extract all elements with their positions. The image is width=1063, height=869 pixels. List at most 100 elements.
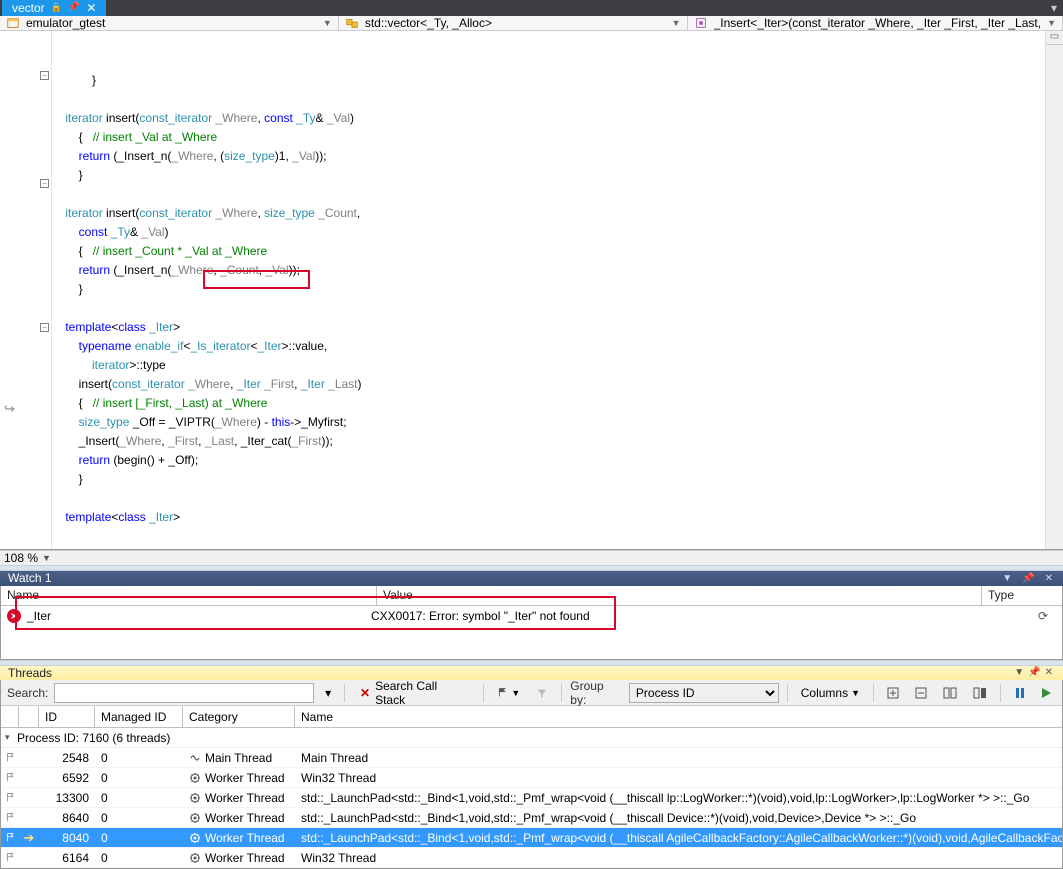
window-position-icon[interactable]: ▼: [1012, 667, 1026, 678]
editor-vertical-scrollbar[interactable]: ▭: [1045, 31, 1063, 549]
thread-name: Main Thread: [295, 751, 1062, 765]
threads-panel-title[interactable]: Threads ▼ 📌 ✕: [0, 666, 1063, 680]
thread-name: Win32 Thread: [295, 771, 1062, 785]
pin-icon[interactable]: 📌: [1020, 573, 1036, 584]
document-tab[interactable]: vector 🔒 📌 ✕: [2, 0, 106, 16]
zoom-level[interactable]: 108 %: [4, 551, 38, 565]
flag-cell[interactable]: [1, 812, 19, 823]
editor-horizontal-scrollbar[interactable]: [55, 552, 1055, 564]
thread-name: std::_LaunchPad<std::_Bind<1,void,std::_…: [295, 791, 1062, 805]
pin-icon[interactable]: 📌: [1026, 667, 1042, 678]
threads-col-current[interactable]: [19, 706, 39, 727]
thread-managed-id: 0: [95, 831, 183, 845]
thread-category: Worker Thread: [183, 771, 295, 785]
watch-panel-title[interactable]: Watch 1 ▼ 📌 ✕: [0, 571, 1063, 585]
close-icon[interactable]: ✕: [1043, 573, 1055, 584]
flag-cell[interactable]: [1, 792, 19, 803]
threads-title-text: Threads: [8, 666, 52, 680]
expand-groups-button[interactable]: [938, 682, 962, 704]
code-line: template<class _Iter>: [52, 320, 180, 334]
flag-cell[interactable]: [1, 752, 19, 763]
document-tab-strip: vector 🔒 📌 ✕ ▾: [0, 0, 1063, 16]
flag-cell[interactable]: [1, 852, 19, 863]
flag-cell[interactable]: [1, 772, 19, 783]
code-line: }: [52, 472, 83, 486]
code-line: template<class _Iter>: [52, 510, 180, 524]
pause-button[interactable]: [1009, 682, 1031, 704]
thread-category: Worker Thread: [183, 811, 295, 825]
threads-body[interactable]: ▾ Process ID: 7160 (6 threads) 25480Main…: [1, 728, 1062, 868]
thread-row[interactable]: ➔80400Worker Threadstd::_LaunchPad<std::…: [1, 828, 1062, 848]
tab-title: vector: [12, 1, 45, 15]
watch-body[interactable]: _Iter CXX0017: Error: symbol "_Iter" not…: [1, 606, 1062, 659]
watch-col-name[interactable]: Name: [1, 586, 377, 605]
flag-icon: [5, 832, 16, 843]
freeze-button[interactable]: [968, 682, 992, 704]
editor-margin[interactable]: − − − ↪: [0, 31, 52, 549]
code-area[interactable]: } iterator insert(const_iterator _Where,…: [52, 31, 1045, 549]
group-by-select[interactable]: Process ID: [629, 683, 779, 703]
flag-icon: [5, 772, 16, 783]
thread-name: std::_LaunchPad<std::_Bind<1,void,std::_…: [295, 811, 1062, 825]
threads-header[interactable]: ID Managed ID Category Name: [1, 706, 1062, 728]
threads-col-name[interactable]: Name: [295, 706, 1062, 727]
continue-button[interactable]: [1037, 682, 1056, 704]
watch-panel: Name Value Type _Iter CXX0017: Error: sy…: [0, 586, 1063, 660]
search-dropdown[interactable]: ▾: [320, 682, 336, 704]
code-line: { // insert _Count * _Val at _Where: [52, 244, 267, 258]
pin-icon[interactable]: 📌: [68, 2, 80, 13]
thread-managed-id: 0: [95, 851, 183, 865]
watch-row[interactable]: _Iter CXX0017: Error: symbol "_Iter" not…: [1, 606, 1062, 626]
code-editor[interactable]: − − − ↪ } iterator insert(const_iterator…: [0, 31, 1063, 550]
threads-col-flag[interactable]: [1, 706, 19, 727]
collapse-all-button[interactable]: [910, 682, 932, 704]
clear-search-button[interactable]: ✕ Search Call Stack: [353, 682, 475, 704]
type-text: std::vector<_Ty, _Alloc>: [365, 16, 492, 30]
code-line: { // insert _Val at _Where: [52, 130, 217, 144]
chevron-down-icon[interactable]: ▼: [42, 553, 51, 563]
gear-icon: [189, 792, 201, 804]
columns-button[interactable]: Columns ▼: [796, 682, 865, 704]
flag-filter-button[interactable]: ▼: [492, 682, 525, 704]
tab-overflow-dropdown[interactable]: ▾: [1045, 0, 1063, 16]
thread-row[interactable]: 61640Worker ThreadWin32 Thread: [1, 848, 1062, 868]
collapse-toggle[interactable]: −: [40, 179, 49, 188]
split-handle-icon[interactable]: ▭: [1046, 31, 1063, 45]
thread-row[interactable]: 65920Worker ThreadWin32 Thread: [1, 768, 1062, 788]
filter-dropdown-button[interactable]: [531, 682, 553, 704]
thread-id: 13300: [39, 791, 95, 805]
flag-cell[interactable]: [1, 832, 19, 843]
close-icon[interactable]: ✕: [1043, 667, 1055, 678]
collapse-toggle[interactable]: ▾: [5, 732, 17, 743]
thread-id: 8640: [39, 811, 95, 825]
expand-all-button[interactable]: [882, 682, 904, 704]
member-combo[interactable]: _Insert<_Iter>(const_iterator _Where, _I…: [688, 16, 1063, 31]
threads-col-managed-id[interactable]: Managed ID: [95, 706, 183, 727]
thread-id: 2548: [39, 751, 95, 765]
breakpoint-glyph[interactable]: ↪: [4, 401, 15, 417]
thread-row[interactable]: 133000Worker Threadstd::_LaunchPad<std::…: [1, 788, 1062, 808]
threads-col-id[interactable]: ID: [39, 706, 95, 727]
watch-name[interactable]: _Iter: [27, 609, 371, 623]
scope-combo[interactable]: emulator_gtest ▼: [0, 16, 339, 31]
thread-row[interactable]: 86400Worker Threadstd::_LaunchPad<std::_…: [1, 808, 1062, 828]
code-line: typename enable_if<_Is_iterator<_Iter>::…: [52, 339, 327, 353]
gear-icon: [189, 772, 201, 784]
window-position-icon[interactable]: ▼: [1000, 573, 1014, 584]
watch-col-type[interactable]: Type: [982, 586, 1062, 605]
collapse-toggle[interactable]: −: [40, 323, 49, 332]
chevron-down-icon: ▼: [323, 18, 332, 28]
watch-header[interactable]: Name Value Type: [1, 586, 1062, 606]
thread-row[interactable]: 25480Main ThreadMain Thread: [1, 748, 1062, 768]
threads-group-row[interactable]: ▾ Process ID: 7160 (6 threads): [1, 728, 1062, 748]
threads-search-input[interactable]: [54, 683, 314, 703]
collapse-toggle[interactable]: −: [40, 71, 49, 80]
current-thread-arrow-icon: ➔: [24, 831, 35, 844]
class-icon: [345, 16, 359, 30]
close-icon[interactable]: ✕: [86, 1, 96, 15]
refresh-icon[interactable]: ⟳: [1038, 609, 1056, 623]
thread-id: 6164: [39, 851, 95, 865]
threads-col-category[interactable]: Category: [183, 706, 295, 727]
watch-col-value[interactable]: Value: [377, 586, 982, 605]
type-combo[interactable]: std::vector<_Ty, _Alloc> ▼: [339, 16, 688, 31]
